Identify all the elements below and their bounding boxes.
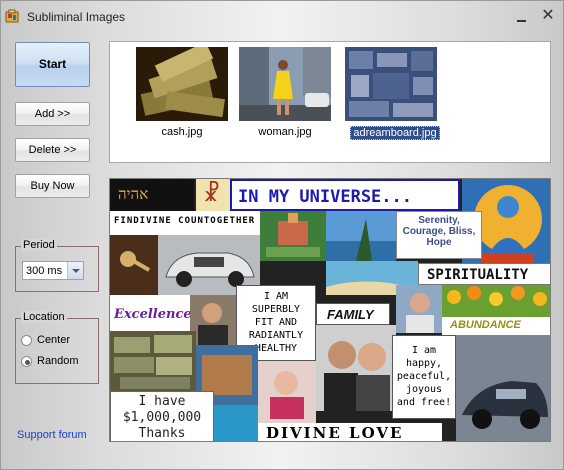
radio-center-label: Center <box>37 334 71 346</box>
family-text: FAMILY <box>327 307 374 322</box>
radio-random-label: Random <box>37 355 79 367</box>
serenity-tile: Serenity, Courage, Bliss, Hope <box>396 211 482 259</box>
adreamboard-thumbnail <box>345 47 437 121</box>
add-button[interactable]: Add >> <box>15 102 90 126</box>
close-icon: ✕ <box>541 7 555 24</box>
man-portrait-image <box>190 295 236 345</box>
flowers-tile <box>442 285 550 317</box>
man-portrait-tile <box>190 295 236 345</box>
temple-tile <box>260 211 326 261</box>
happy-text: I am happy, peaceful, joyous and free! <box>396 345 452 408</box>
app-window: Subliminal Images ✕ Start Add >> Delete … <box>0 0 564 470</box>
couple-tile <box>316 325 396 411</box>
serenity-text: Serenity, Courage, Bliss, Hope <box>402 215 476 248</box>
universe-text: IN MY UNIVERSE... <box>238 187 412 207</box>
universe-tile: IN MY UNIVERSE... <box>230 179 460 211</box>
abundance-text: ABUNDANCE <box>450 319 521 331</box>
chevron-down-icon[interactable] <box>67 262 83 279</box>
keys-image <box>110 235 158 295</box>
delete-button[interactable]: Delete >> <box>15 138 90 162</box>
man2-tile <box>396 285 442 333</box>
collage-preview: אהיה ☧ IN MY UNIVERSE... FINDIVINE COUNT… <box>109 178 551 442</box>
image-name-selected: adreamboard.jpg <box>350 126 440 140</box>
buy-now-button[interactable]: Buy Now <box>15 174 90 198</box>
divine-love-tile: DIVINE LOVE <box>258 423 442 442</box>
family-tile: FAMILY <box>316 303 390 325</box>
image-name: cash.jpg <box>161 126 203 138</box>
hebrew-text: אהיה <box>118 185 149 203</box>
location-group: Location Center Random <box>15 311 99 384</box>
location-label: Location <box>21 311 67 323</box>
period-label: Period <box>21 239 57 251</box>
close-button[interactable]: ✕ <box>539 7 557 25</box>
period-select[interactable]: 300 ms <box>22 261 84 280</box>
spirituality-tile: SPIRITUALITY <box>418 263 550 285</box>
chi-rho-tile: ☧ <box>196 179 230 211</box>
support-forum-link[interactable]: Support forum <box>17 429 87 441</box>
excellence-tile: Excellence <box>110 295 190 331</box>
period-group: Period 300 ms <box>15 239 99 292</box>
spirituality-text: SPIRITUALITY <box>427 267 529 283</box>
keys-tile <box>110 235 158 295</box>
minimize-button[interactable] <box>513 9 531 25</box>
sports-car-image <box>456 335 550 441</box>
temple-image <box>260 211 326 261</box>
image-name: woman.jpg <box>258 126 312 138</box>
million-text: I have $1,000,000 Thanks <box>122 394 202 441</box>
radio-circle[interactable] <box>21 335 32 346</box>
radio-circle-selected[interactable] <box>21 356 32 367</box>
million-tile: I have $1,000,000 Thanks <box>110 391 214 441</box>
image-list: cash.jpg woman.jpg adreamboard.jpg <box>109 41 551 163</box>
hebrew-tile: אהיה <box>110 179 194 211</box>
sky-tile <box>326 211 396 261</box>
excellence-text: Excellence <box>114 307 190 322</box>
woman-thumbnail <box>239 47 331 121</box>
app-icon <box>5 9 19 23</box>
man2-image <box>396 285 442 333</box>
happy-tile: I am happy, peaceful, joyous and free! <box>392 335 456 419</box>
start-button[interactable]: Start <box>15 42 90 87</box>
couple-image <box>316 325 396 411</box>
abundance-tile: ABUNDANCE <box>442 317 550 335</box>
chi-rho-icon: ☧ <box>203 182 221 207</box>
period-value: 300 ms <box>26 265 63 277</box>
beach-image <box>326 211 396 261</box>
money-stack-tile <box>110 331 196 391</box>
baby-tile <box>258 361 316 423</box>
flowers-image <box>442 285 550 317</box>
baby-image <box>258 361 316 423</box>
money-stack-image <box>110 331 196 391</box>
findivine-text: FINDIVINE COUNTOGETHER <box>114 216 256 226</box>
radio-dot <box>25 360 30 365</box>
findivine-tile: FINDIVINE COUNTOGETHER <box>110 211 260 235</box>
sports-car-tile <box>456 335 550 441</box>
title-bar: Subliminal Images ✕ <box>1 1 563 33</box>
cash-thumbnail <box>136 47 228 121</box>
window-title: Subliminal Images <box>27 10 126 24</box>
divine-love-text: DIVINE LOVE <box>266 424 404 442</box>
